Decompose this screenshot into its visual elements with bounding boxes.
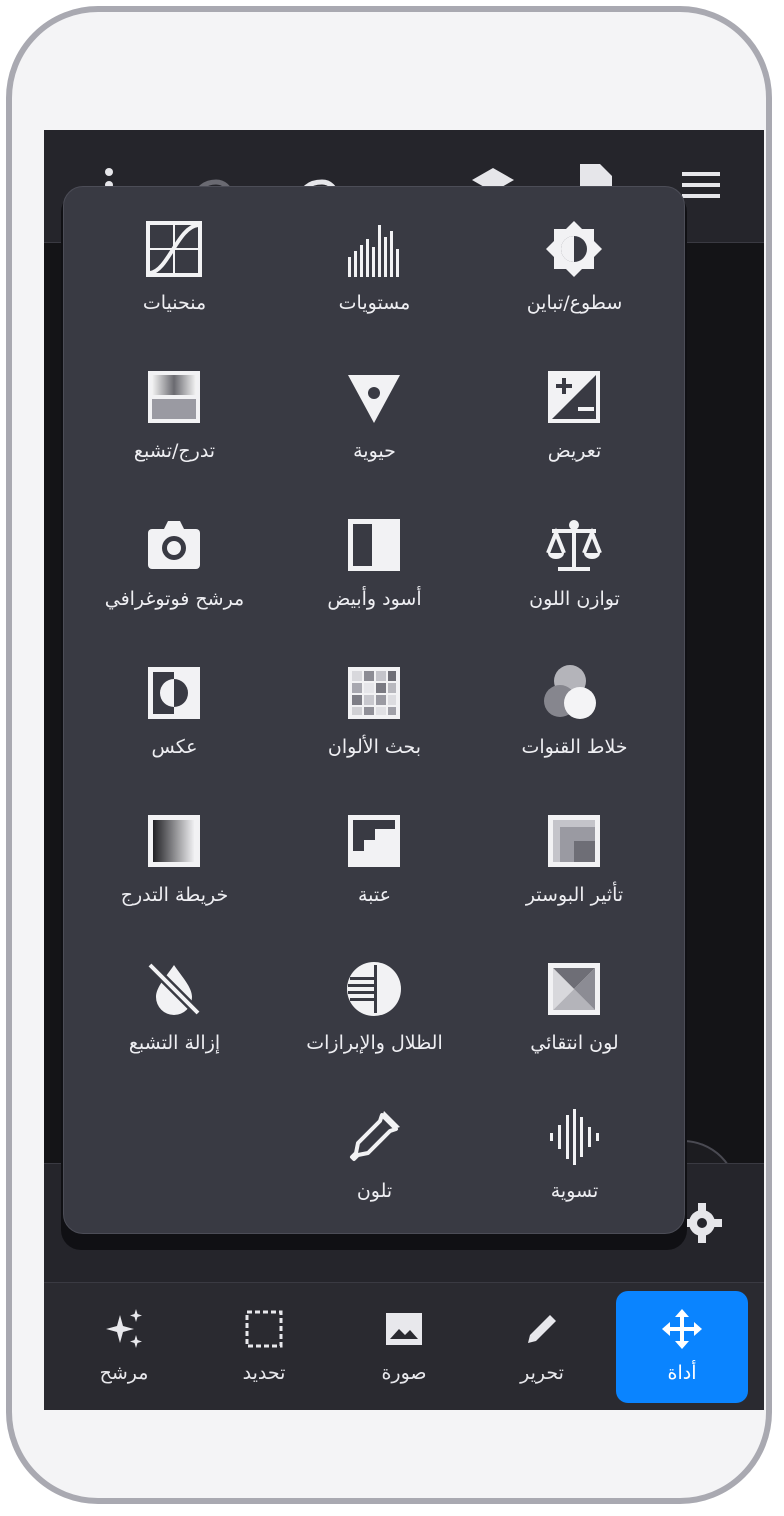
shadows-highlights-icon: [347, 962, 401, 1016]
menu-item-equalize[interactable]: تسوية: [471, 1075, 678, 1223]
menu-item-channel-mixer[interactable]: خلاط القنوات: [471, 631, 678, 779]
menu-item-exposure[interactable]: تعريض: [471, 335, 678, 483]
menu-item-label: تدرج/تشبع: [133, 440, 216, 462]
menu-item-brightness-contrast[interactable]: سطوع/تباين: [471, 187, 678, 335]
threshold-icon: [348, 815, 400, 867]
menu-item-desaturate[interactable]: إزالة التشبع: [71, 927, 278, 1075]
nav-tool-button[interactable]: أداة: [616, 1291, 748, 1403]
menu-item-curves[interactable]: منحنيات: [71, 187, 278, 335]
menu-item-label: الظلال والإبرازات: [306, 1032, 443, 1054]
colorize-icon: [350, 1111, 400, 1161]
nav-select-button[interactable]: تحديد: [198, 1291, 330, 1403]
menu-item-black-white[interactable]: أسود وأبيض: [271, 483, 478, 631]
menu-item-label: عتبة: [358, 884, 391, 906]
menu-item-label: حيوية: [353, 440, 396, 462]
curves-icon: [146, 221, 202, 277]
adjustments-menu: سطوع/تباين مستويات منحنيات تعريض حيوية ت…: [63, 186, 685, 1234]
menu-item-threshold[interactable]: عتبة: [271, 779, 478, 927]
menu-item-color-lookup[interactable]: بحث الألوان: [271, 631, 478, 779]
menu-item-levels[interactable]: مستويات: [271, 187, 478, 335]
pencil-icon: [528, 1315, 556, 1343]
menu-item-label: خلاط القنوات: [521, 736, 628, 758]
menu-item-shadows-highlights[interactable]: الظلال والإبرازات: [271, 927, 478, 1075]
nav-image-label: صورة: [381, 1362, 427, 1384]
menu-item-label: مرشح فوتوغرافي: [104, 588, 245, 610]
menu-item-label: منحنيات: [142, 292, 207, 314]
bottom-navigation: أداة تحرير صورة تحديد مرشح: [44, 1282, 764, 1410]
gradient-map-icon: [148, 815, 200, 867]
move-icon: [662, 1309, 702, 1349]
menu-item-label: تعريض: [547, 440, 602, 462]
image-icon: [386, 1313, 422, 1345]
nav-edit-button[interactable]: تحرير: [476, 1291, 608, 1403]
nav-select-label: تحديد: [242, 1362, 286, 1384]
brightness-contrast-icon: [546, 221, 602, 277]
photo-filter-icon: [148, 521, 200, 569]
device-frame: أداة تحرير صورة تحديد مرشح سطوع/تباين مس…: [6, 6, 772, 1504]
nav-filter-button[interactable]: مرشح: [58, 1291, 190, 1403]
hue-saturation-icon: [148, 371, 200, 423]
menu-item-gradient-map[interactable]: خريطة التدرج: [71, 779, 278, 927]
menu-item-label: تأثير البوستر: [525, 884, 624, 906]
levels-icon: [348, 225, 399, 277]
menu-item-colorize[interactable]: تلون: [271, 1075, 478, 1223]
menu-item-label: تسوية: [550, 1180, 599, 1202]
menu-item-photo-filter[interactable]: مرشح فوتوغرافي: [71, 483, 278, 631]
nav-filter-label: مرشح: [99, 1362, 149, 1384]
menu-item-color-balance[interactable]: توازن اللون: [471, 483, 678, 631]
exposure-icon: [548, 371, 600, 423]
color-lookup-icon: [348, 667, 400, 719]
menu-item-label: لون انتقائي: [530, 1032, 619, 1054]
menu-item-label: تلون: [356, 1180, 393, 1202]
equalize-icon: [550, 1109, 599, 1165]
menu-item-posterize[interactable]: تأثير البوستر: [471, 779, 678, 927]
selection-icon: [245, 1310, 283, 1348]
vibrance-icon: [348, 375, 400, 423]
channel-mixer-icon: [544, 665, 596, 719]
nav-edit-label: تحرير: [520, 1362, 564, 1384]
nav-tool-label: أداة: [667, 1362, 697, 1384]
menu-item-label: عكس: [151, 736, 198, 758]
desaturate-icon: [146, 961, 202, 1017]
menu-item-selective-color[interactable]: لون انتقائي: [471, 927, 678, 1075]
menu-item-label: بحث الألوان: [327, 736, 422, 758]
invert-icon: [148, 667, 200, 719]
selective-color-icon: [548, 963, 600, 1015]
menu-item-label: أسود وأبيض: [327, 588, 422, 610]
menu-item-hue-saturation[interactable]: تدرج/تشبع: [71, 335, 278, 483]
menu-item-label: إزالة التشبع: [128, 1032, 221, 1054]
menu-item-label: توازن اللون: [529, 588, 620, 610]
menu-item-label: سطوع/تباين: [526, 292, 623, 314]
menu-item-label: مستويات: [338, 292, 411, 314]
sparkles-icon: [106, 1309, 142, 1348]
color-balance-icon: [546, 520, 602, 571]
posterize-icon: [548, 815, 600, 867]
nav-image-button[interactable]: صورة: [338, 1291, 470, 1403]
menu-item-invert[interactable]: عكس: [71, 631, 278, 779]
menu-item-vibrance[interactable]: حيوية: [271, 335, 478, 483]
black-white-icon: [348, 519, 400, 571]
menu-item-label: خريطة التدرج: [120, 884, 229, 906]
